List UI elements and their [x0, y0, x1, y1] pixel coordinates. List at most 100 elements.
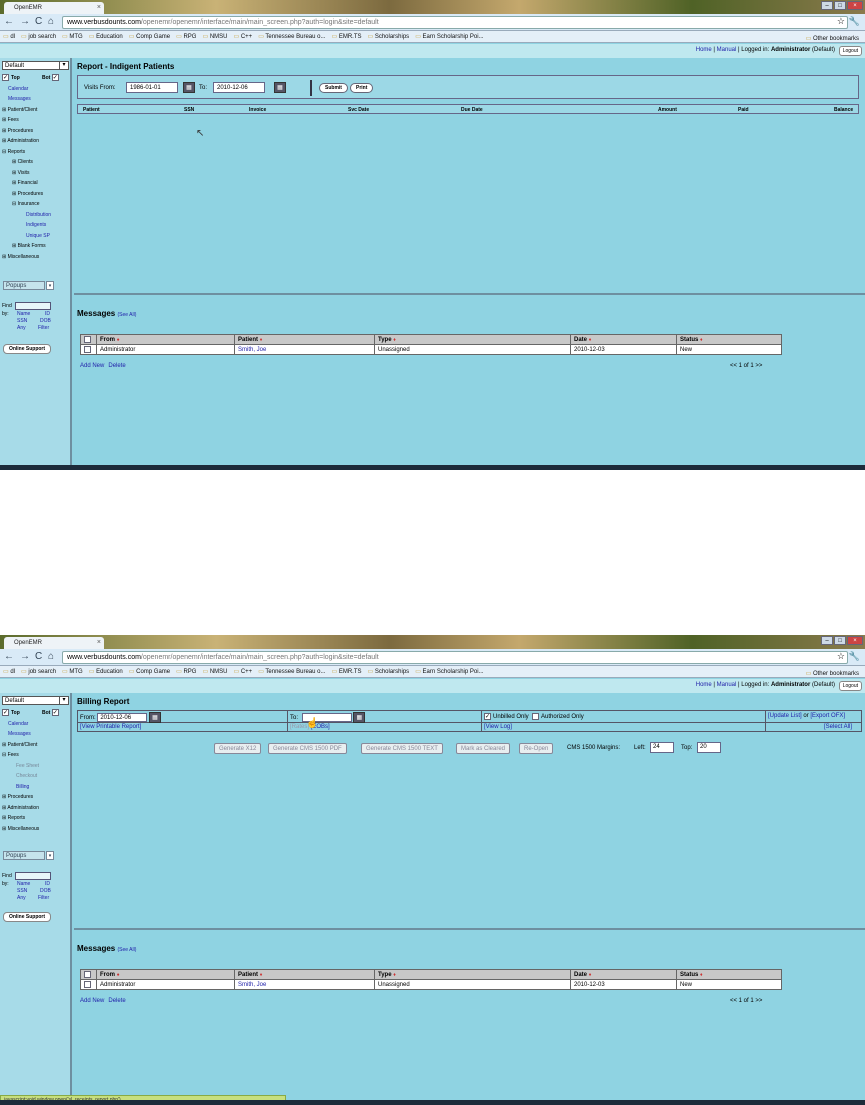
add-new-link[interactable]: Add New [80, 363, 104, 369]
reload-icon[interactable]: C [35, 651, 42, 663]
close-tab-icon[interactable]: × [97, 4, 101, 11]
see-all-link[interactable]: (See All) [117, 947, 136, 953]
nav-procedures[interactable]: ⊞ Procedures [2, 126, 70, 137]
submit-button[interactable]: Submit [319, 83, 348, 93]
nav-fees[interactable]: ⊟ Fees [2, 750, 70, 761]
home-icon[interactable]: ⌂ [48, 651, 54, 663]
bookmark-item[interactable]: Education [86, 31, 126, 40]
close-tab-icon[interactable]: × [97, 639, 101, 646]
row-checkbox[interactable] [84, 345, 91, 353]
browser-tab[interactable]: OpenEMR × [4, 2, 104, 14]
nav-procedures[interactable]: ⊞ Procedures [2, 792, 70, 803]
view-log-link[interactable]: [View Log] [484, 724, 512, 730]
bookmark-item[interactable]: Education [86, 666, 126, 675]
view-printable-report-link[interactable]: [View Printable Report] [80, 724, 141, 730]
delete-link[interactable]: Delete [108, 998, 125, 1004]
online-support-button[interactable]: Online Support [3, 912, 51, 922]
col-status[interactable]: Status ♦ [676, 334, 782, 345]
unbilled-only-checkbox[interactable]: ✓ [484, 713, 491, 720]
col-type[interactable]: Type ♦ [374, 969, 571, 980]
forward-icon[interactable]: → [20, 651, 30, 663]
nav-fee-sheet[interactable]: Fee Sheet [2, 761, 70, 772]
bookmark-item[interactable]: dl [0, 31, 18, 40]
nav-calendar[interactable]: Calendar [2, 719, 70, 730]
select-all-checkbox[interactable] [84, 970, 91, 978]
wrench-icon[interactable]: 🔧 [849, 16, 860, 27]
bookmark-star-icon[interactable]: ☆ [837, 16, 845, 27]
pager[interactable]: << 1 of 1 >> [730, 998, 762, 1004]
nav-clients[interactable]: ⊞ Clients [2, 157, 70, 168]
bookmark-item[interactable]: C++ [231, 666, 256, 675]
cell-patient[interactable]: Smith, Joe [234, 979, 375, 990]
bookmark-item[interactable]: RPG [173, 31, 199, 40]
maximize-icon[interactable]: □ [834, 1, 846, 10]
online-support-button[interactable]: Online Support [3, 344, 51, 354]
bookmark-item[interactable]: EMR.TS [328, 31, 364, 40]
nav-miscellaneous[interactable]: ⊞ Miscellaneous [2, 824, 70, 835]
find-filter[interactable]: Filter [38, 895, 49, 901]
bookmark-item[interactable]: Earn Scholarship Poi... [412, 666, 486, 675]
col-date[interactable]: Date ♦ [570, 334, 677, 345]
bookmark-item[interactable]: MTG [59, 666, 86, 675]
bookmark-item[interactable]: Earn Scholarship Poi... [412, 31, 486, 40]
bookmark-item[interactable]: job search [18, 666, 59, 675]
col-patient[interactable]: Patient [83, 107, 100, 113]
nav-messages[interactable]: Messages [2, 94, 70, 105]
reload-icon[interactable]: C [35, 16, 42, 28]
cell-patient[interactable]: Smith, Joe [234, 344, 375, 355]
col-paid[interactable]: Paid [738, 107, 749, 113]
generate-x12-button[interactable]: Generate X12 [214, 743, 262, 754]
col-svc-date[interactable]: Svc Date [348, 107, 369, 113]
pager[interactable]: << 1 of 1 >> [730, 363, 762, 369]
authorized-only-checkbox[interactable] [532, 713, 540, 720]
print-button[interactable]: Print [350, 83, 374, 93]
other-bookmarks[interactable]: Other bookmarks [803, 33, 862, 42]
logout-button[interactable]: Logout [838, 681, 862, 691]
nav-reports[interactable]: ⊟ Reports [2, 147, 70, 158]
col-amount[interactable]: Amount [658, 107, 677, 113]
facility-select[interactable]: Default ▾ [2, 61, 69, 70]
find-by-ssn[interactable]: SSN [17, 888, 27, 894]
find-by-name[interactable]: Name [17, 881, 30, 887]
bookmark-item[interactable]: Tennessee Bureau o... [255, 666, 328, 675]
bookmark-item[interactable]: RPG [173, 666, 199, 675]
home-icon[interactable]: ⌂ [48, 16, 54, 28]
generate-cms-text-button[interactable]: Generate CMS 1500 TEXT [361, 743, 443, 754]
find-by-any[interactable]: Any [17, 895, 26, 901]
nav-miscellaneous[interactable]: ⊞ Miscellaneous [2, 252, 70, 263]
top-checkbox[interactable]: ✓ [2, 74, 9, 82]
nav-distribution[interactable]: Distribution [2, 210, 70, 221]
table-row[interactable]: Administrator Smith, Joe Unassigned 2010… [80, 979, 782, 990]
delete-link[interactable]: Delete [108, 363, 125, 369]
find-by-dob[interactable]: DOB [40, 318, 51, 324]
find-by-ssn[interactable]: SSN [17, 318, 27, 324]
nav-blank-forms[interactable]: ⊞ Blank Forms [2, 241, 70, 252]
bookmark-item[interactable]: EMR.TS [328, 666, 364, 675]
popups-select[interactable]: Popups ▾ [3, 851, 54, 860]
find-by-name[interactable]: Name [17, 311, 30, 317]
table-row[interactable]: Administrator Smith, Joe Unassigned 2010… [80, 344, 782, 355]
bookmark-item[interactable]: Comp Game [126, 31, 173, 40]
wrench-icon[interactable]: 🔧 [849, 651, 860, 662]
back-icon[interactable]: ← [4, 651, 14, 663]
facility-select[interactable]: Default ▾ [2, 696, 69, 705]
other-bookmarks[interactable]: Other bookmarks [803, 668, 862, 677]
logout-button[interactable]: Logout [838, 46, 862, 56]
bot-checkbox[interactable]: ✓ [51, 709, 59, 717]
col-patient[interactable]: Patient ♦ [234, 969, 375, 980]
nav-financial[interactable]: ⊞ Financial [2, 178, 70, 189]
bot-checkbox[interactable]: ✓ [51, 74, 59, 82]
export-ofx-link[interactable]: [Export OFX] [810, 713, 845, 719]
bookmark-item[interactable]: MTG [59, 31, 86, 40]
bookmark-item[interactable]: Scholarships [364, 666, 412, 675]
nav-administration[interactable]: ⊞ Administration [2, 803, 70, 814]
home-link[interactable]: Home [696, 682, 712, 688]
find-input[interactable] [15, 872, 51, 880]
add-new-link[interactable]: Add New [80, 998, 104, 1004]
find-by-dob[interactable]: DOB [40, 888, 51, 894]
close-window-icon[interactable]: × [847, 1, 863, 10]
find-input[interactable] [15, 302, 51, 310]
see-all-link[interactable]: (See All) [117, 312, 136, 318]
nav-fees[interactable]: ⊞ Fees [2, 115, 70, 126]
col-due-date[interactable]: Due Date [461, 107, 483, 113]
